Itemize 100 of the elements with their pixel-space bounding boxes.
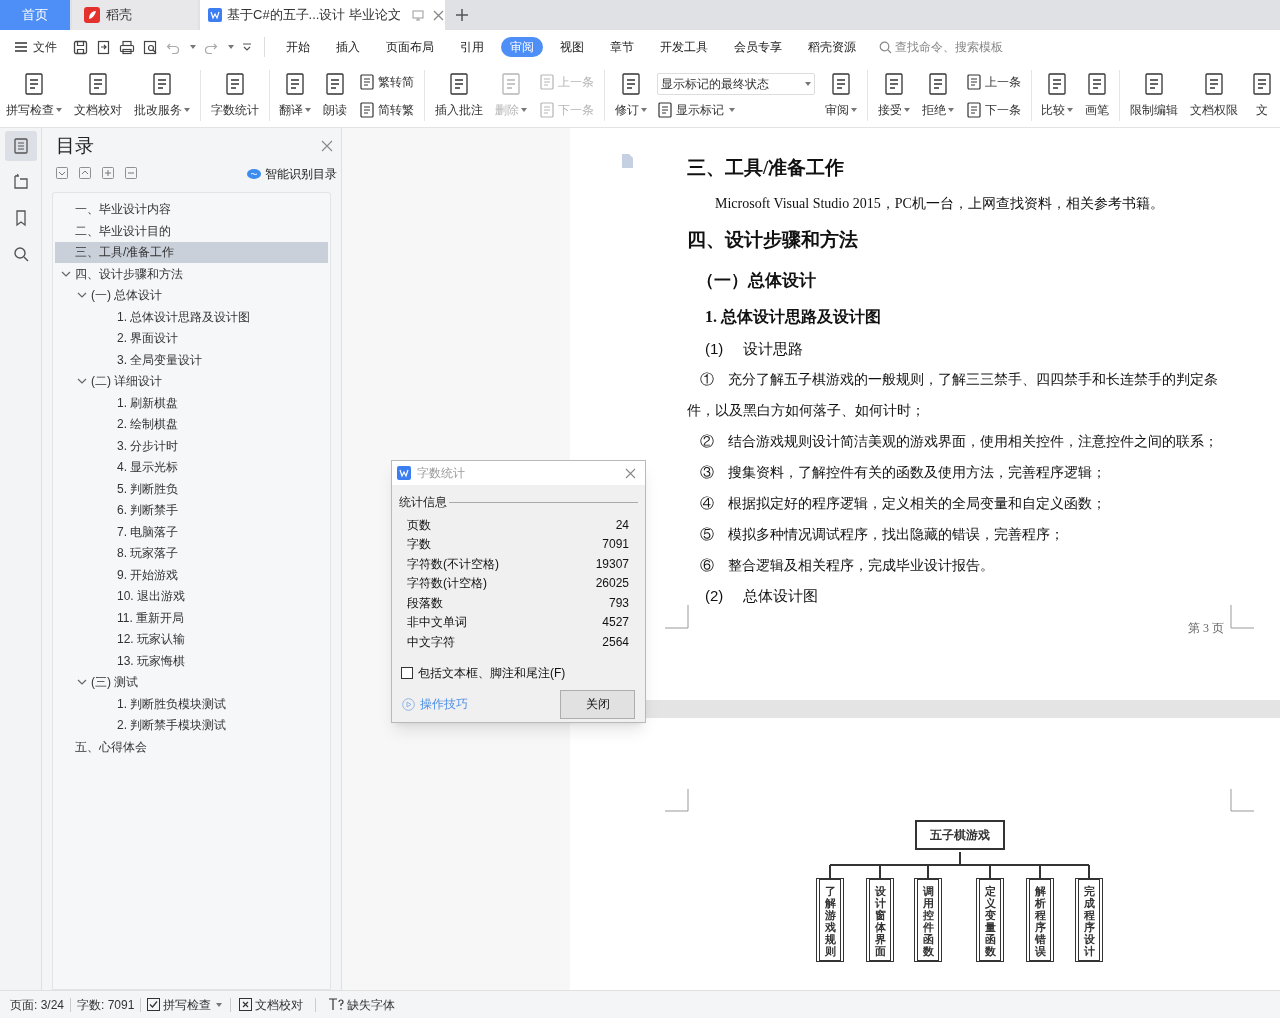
ribbon-button[interactable]: 画笔 [1079, 64, 1116, 127]
include-notes-checkbox[interactable]: 包括文本框、脚注和尾注(F) [392, 663, 645, 682]
ribbon-button[interactable]: 朗读 [317, 64, 354, 127]
panel-title: 目录 [56, 134, 94, 158]
toc-item[interactable]: 3. 全局变量设计 [55, 349, 328, 371]
toc-item[interactable]: 一、毕业设计内容 [55, 198, 328, 220]
chevron-down-icon[interactable] [77, 377, 87, 386]
print-preview-icon[interactable] [143, 39, 158, 55]
toc-item[interactable]: 9. 开始游戏 [55, 564, 328, 586]
ribbon-button[interactable]: 文 [1244, 64, 1280, 127]
toc-item[interactable]: (一) 总体设计 [55, 284, 328, 306]
font-question-icon [328, 998, 345, 1011]
ribbon-button[interactable]: 审阅 [818, 64, 863, 127]
app-tab-label: 稻壳 [106, 6, 132, 25]
ribbon-tab[interactable]: 页面布局 [377, 37, 443, 57]
leaf-logo-icon [84, 7, 100, 23]
chevron-down-icon[interactable] [61, 269, 71, 278]
toc-item[interactable]: 7. 电脑落子 [55, 521, 328, 543]
stat-value: 793 [608, 594, 629, 612]
toc-item[interactable]: 6. 判断禁手 [55, 499, 328, 521]
caret-icon [190, 45, 196, 49]
toc-item[interactable]: 1. 总体设计思路及设计图 [55, 306, 328, 328]
toc-item[interactable]: 5. 判断胜负 [55, 478, 328, 500]
expand-all-icon[interactable] [56, 167, 69, 180]
new-tab-icon[interactable] [455, 8, 469, 22]
ribbon-tab[interactable]: 开发工具 [651, 37, 717, 57]
collapse-all-icon[interactable] [79, 167, 92, 180]
smart-toc-button[interactable]: 智能识别目录 [247, 164, 337, 183]
close-icon[interactable] [625, 467, 636, 479]
ribbon-button[interactable]: 翻译 [273, 64, 318, 127]
toc-item[interactable]: 二、毕业设计目的 [55, 220, 328, 242]
sidebar-tab[interactable] [4, 131, 37, 161]
close-icon[interactable] [321, 140, 333, 153]
ribbon-tab[interactable]: 视图 [551, 37, 593, 57]
spell-check-button[interactable]: 拼写检查 [147, 995, 223, 1014]
ribbon-tab[interactable]: 章节 [601, 37, 643, 57]
toc-item[interactable]: (三) 测试 [55, 671, 328, 693]
command-search-field[interactable]: 查找命令、搜索模板 [879, 38, 1035, 56]
chevron-down-icon[interactable] [242, 43, 252, 51]
diagram-node: 五子棋游戏 [915, 820, 1005, 850]
toc-item[interactable]: (二) 详细设计 [55, 370, 328, 392]
ribbon-button[interactable]: 插入批注 [429, 64, 490, 127]
toc-item[interactable]: 五、心得体会 [55, 736, 328, 758]
ribbon-small-button[interactable]: 繁转简 [359, 72, 415, 91]
file-menu-button[interactable]: 文件 [14, 38, 57, 56]
ribbon-button[interactable]: 接受 [871, 64, 916, 127]
ribbon-tab[interactable]: 开始 [277, 37, 319, 57]
caret-icon [1067, 108, 1074, 112]
document-tab[interactable]: 基于C#的五子...设计 毕业论文 [200, 0, 445, 30]
heading: 四、设计步骤和方法 [687, 228, 859, 252]
toc-item[interactable]: 4. 显示光标 [55, 456, 328, 478]
ribbon-tab[interactable]: 会员专享 [725, 37, 791, 57]
markup-display-dropdown[interactable]: 显示标记的最终状态 [656, 72, 815, 95]
proofread-button[interactable]: 文档校对 [239, 995, 304, 1014]
toc-item[interactable]: 2. 判断禁手模块测试 [55, 714, 328, 736]
ribbon-button[interactable]: 拼写检查 [0, 64, 68, 127]
ribbon-button[interactable]: 拒绝 [915, 64, 960, 127]
ribbon-button[interactable]: 字数统计 [204, 64, 265, 127]
chevron-down-icon[interactable] [77, 678, 87, 687]
ribbon-button[interactable]: 比较 [1035, 64, 1080, 127]
ribbon-button[interactable]: 批改服务 [128, 64, 196, 127]
minus-icon[interactable] [125, 167, 138, 180]
toc-item[interactable]: 三、工具/准备工作 [55, 241, 328, 263]
ribbon-small-button[interactable]: 下一条 [965, 100, 1021, 119]
toc-item[interactable]: 12. 玩家认输 [55, 628, 328, 650]
document-app-icon [208, 8, 222, 22]
missing-font-button[interactable]: 缺失字体 [328, 995, 396, 1014]
toc-item[interactable]: 1. 刷新棋盘 [55, 392, 328, 414]
ribbon-tab[interactable]: 插入 [327, 37, 369, 57]
ribbon-small-button[interactable]: 简转繁 [359, 100, 415, 119]
ribbon-button[interactable]: 修订 [608, 64, 653, 127]
toc-item[interactable]: 10. 退出游戏 [55, 585, 328, 607]
ribbon-tab[interactable]: 稻壳资源 [799, 37, 865, 57]
export-document-icon[interactable] [96, 39, 111, 55]
page-number: 第 3 页 [1188, 620, 1224, 637]
ribbon-button[interactable]: 文档校对 [68, 64, 128, 127]
save-icon[interactable] [73, 39, 88, 55]
stat-value: 24 [615, 516, 629, 534]
ribbon-button[interactable]: 文档权限 [1184, 64, 1245, 127]
close-icon[interactable] [433, 9, 445, 21]
ribbon-button[interactable]: 限制编辑 [1124, 64, 1185, 127]
toc-item[interactable]: 11. 重新开局 [55, 607, 328, 629]
toc-item[interactable]: 2. 绘制棋盘 [55, 413, 328, 435]
plus-icon[interactable] [102, 167, 115, 180]
printer-icon[interactable] [119, 39, 135, 55]
close-button[interactable]: 关闭 [560, 689, 635, 719]
toc-item[interactable]: 2. 界面设计 [55, 327, 328, 349]
toc-item[interactable]: 8. 玩家落子 [55, 542, 328, 564]
cloud-icon [247, 168, 261, 179]
toc-item[interactable]: 1. 判断胜负模块测试 [55, 693, 328, 715]
ribbon-small-button[interactable]: 显示标记 [656, 100, 815, 119]
toc-item[interactable]: 四、设计步骤和方法 [55, 263, 328, 285]
ribbon-small-button[interactable]: 上一条 [965, 72, 1021, 91]
chevron-down-icon[interactable] [77, 291, 87, 300]
document-icon [656, 101, 673, 118]
search-icon [879, 40, 892, 54]
app-tab[interactable]: 稻壳 [72, 0, 198, 30]
ribbon-tab[interactable]: 引用 [451, 37, 493, 57]
toc-item[interactable]: 3. 分步计时 [55, 435, 328, 457]
toc-item[interactable]: 13. 玩家悔棋 [55, 650, 328, 672]
